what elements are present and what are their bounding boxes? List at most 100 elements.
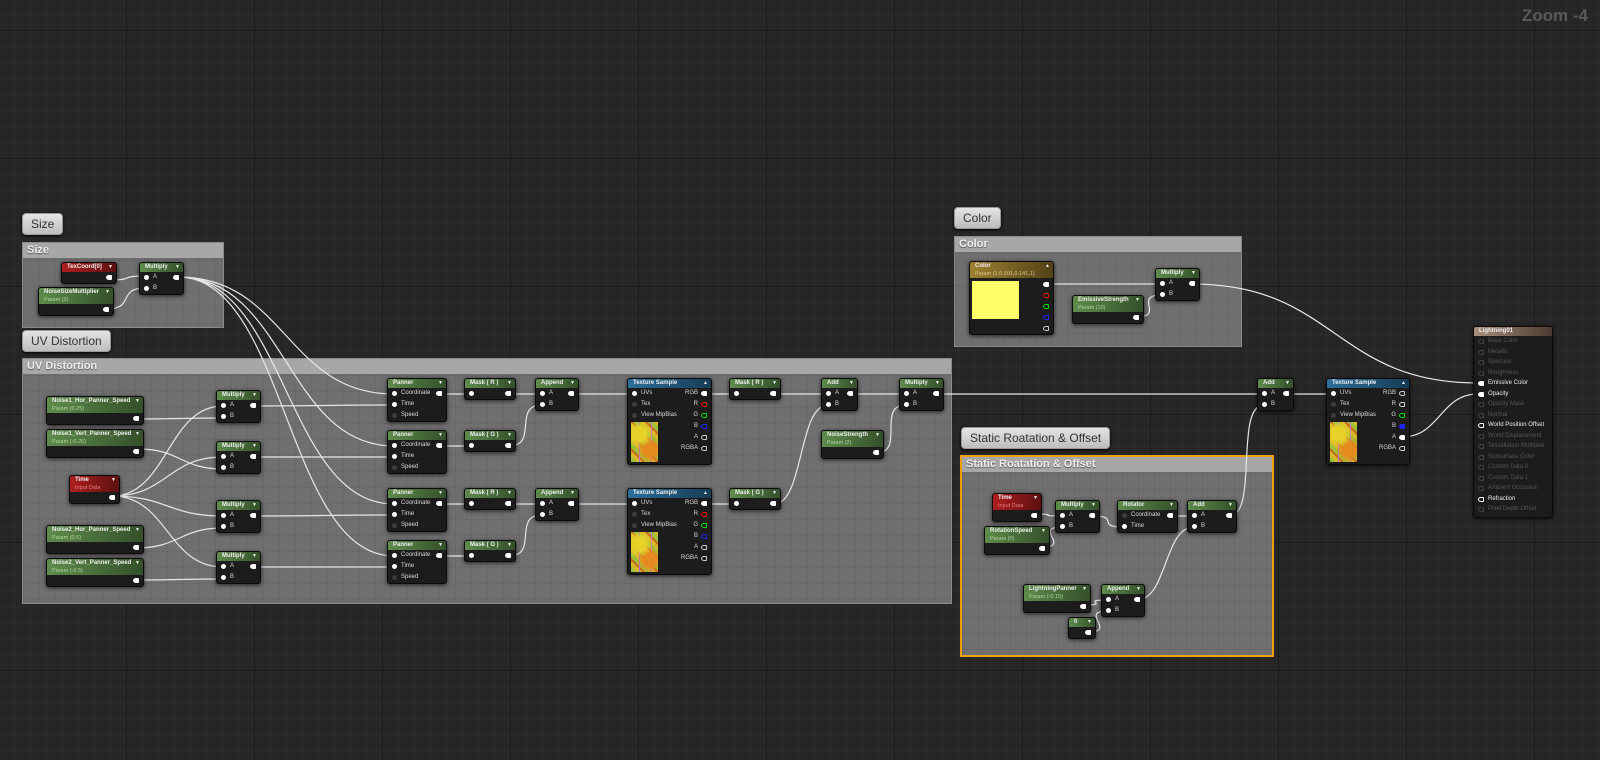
- append-node[interactable]: Append ▼ A B: [535, 488, 579, 521]
- collapse-arrow-icon[interactable]: ▼: [438, 489, 443, 498]
- output-pin[interactable]: [933, 391, 939, 396]
- collapse-arrow-icon[interactable]: ▼: [507, 379, 512, 388]
- output-pin[interactable]: [701, 501, 707, 506]
- input-pin[interactable]: [540, 402, 545, 407]
- input-pin[interactable]: [392, 413, 397, 418]
- input-pin[interactable]: [1106, 608, 1111, 613]
- comment-bubble-color[interactable]: Color: [954, 207, 1001, 229]
- output-pin[interactable]: [701, 512, 707, 517]
- output-pin[interactable]: [250, 513, 256, 518]
- result-input-pin[interactable]: Metallic: [1474, 347, 1552, 358]
- color-param-node[interactable]: Color Param (1,0.991,0.141,1) ▲: [969, 261, 1054, 335]
- multiply-node[interactable]: Multiply ▼ A B: [899, 378, 944, 411]
- collapse-arrow-icon[interactable]: ▼: [1169, 501, 1174, 510]
- collapse-arrow-icon[interactable]: ▼: [1041, 527, 1046, 536]
- input-pin[interactable]: [826, 402, 831, 407]
- output-pin[interactable]: [1043, 315, 1049, 320]
- result-input-pin[interactable]: World Position Offset: [1474, 420, 1552, 431]
- input-pin[interactable]: [632, 413, 637, 418]
- collapse-arrow-icon[interactable]: ▼: [875, 431, 880, 440]
- collapse-arrow-icon[interactable]: ▼: [438, 431, 443, 440]
- collapse-arrow-icon[interactable]: ▼: [438, 541, 443, 550]
- input-pin[interactable]: [469, 553, 474, 558]
- wire[interactable]: [1401, 393, 1479, 438]
- input-pin[interactable]: [221, 524, 226, 529]
- collapse-arrow-icon[interactable]: ▼: [252, 391, 257, 400]
- output-pin[interactable]: [1085, 630, 1091, 635]
- output-pin[interactable]: [1031, 513, 1037, 518]
- output-pin[interactable]: [133, 416, 139, 421]
- output-pin[interactable]: [103, 307, 109, 312]
- input-pin[interactable]: [392, 564, 397, 569]
- result-input-pin[interactable]: Normal: [1474, 410, 1552, 421]
- output-pin[interactable]: [173, 275, 179, 280]
- output-pin[interactable]: [701, 534, 707, 539]
- input-pin[interactable]: [1478, 360, 1484, 365]
- input-pin[interactable]: [1262, 391, 1267, 396]
- mask-g-node[interactable]: Mask ( G ) ▼: [729, 488, 781, 510]
- input-pin[interactable]: [392, 523, 397, 528]
- collapse-arrow-icon[interactable]: ▲: [1045, 262, 1050, 271]
- input-pin[interactable]: [221, 454, 226, 459]
- collapse-arrow-icon[interactable]: ▼: [111, 476, 116, 485]
- color-swatch[interactable]: [972, 281, 1019, 319]
- constant-node[interactable]: 0 ▼: [1068, 617, 1096, 639]
- texture-sample-node[interactable]: Texture Sample ▲ UVs RGB Tex R View MipBias…: [627, 378, 712, 465]
- input-pin[interactable]: [632, 402, 637, 407]
- output-pin[interactable]: [701, 435, 707, 440]
- result-input-pin[interactable]: Refraction: [1474, 494, 1552, 505]
- input-pin[interactable]: [1478, 444, 1484, 449]
- collapse-arrow-icon[interactable]: ▼: [570, 489, 575, 498]
- output-pin[interactable]: [1080, 604, 1086, 609]
- output-pin[interactable]: [770, 391, 776, 396]
- multiply-node[interactable]: Multiply ▼ A B: [1055, 500, 1100, 533]
- collapse-arrow-icon[interactable]: ▼: [108, 263, 113, 272]
- result-input-pin[interactable]: Custom Data 0: [1474, 462, 1552, 473]
- add-node[interactable]: Add ▼ A B: [1257, 378, 1294, 411]
- input-pin[interactable]: [826, 391, 831, 396]
- mask-r-node[interactable]: Mask ( R ) ▼: [729, 378, 781, 400]
- input-pin[interactable]: [221, 564, 226, 569]
- input-pin[interactable]: [1478, 381, 1484, 386]
- input-pin[interactable]: [469, 443, 474, 448]
- result-input-pin[interactable]: Opacity: [1474, 389, 1552, 400]
- output-pin[interactable]: [701, 556, 707, 561]
- output-pin[interactable]: [505, 443, 511, 448]
- output-pin[interactable]: [1399, 435, 1405, 440]
- input-pin[interactable]: [540, 391, 545, 396]
- input-pin[interactable]: [1060, 524, 1065, 529]
- mask-r-node[interactable]: Mask ( R ) ▼: [464, 488, 516, 510]
- input-pin[interactable]: [1192, 513, 1197, 518]
- output-pin[interactable]: [1399, 424, 1405, 429]
- emissive-strength-node[interactable]: EmissiveStrength Param (10) ▼: [1072, 295, 1144, 324]
- output-pin[interactable]: [1043, 304, 1049, 309]
- collapse-arrow-icon[interactable]: ▼: [135, 397, 140, 406]
- input-pin[interactable]: [221, 575, 226, 580]
- output-pin[interactable]: [568, 391, 574, 396]
- multiply-node[interactable]: Multiply ▼ A B: [216, 551, 261, 584]
- collapse-arrow-icon[interactable]: ▼: [1228, 501, 1233, 510]
- collapse-arrow-icon[interactable]: ▼: [1135, 296, 1140, 305]
- input-pin[interactable]: [469, 391, 474, 396]
- panner-node[interactable]: Panner ▼ Coordinate Time Speed: [387, 488, 447, 532]
- output-pin[interactable]: [436, 553, 442, 558]
- output-pin[interactable]: [106, 275, 112, 280]
- output-pin[interactable]: [505, 501, 511, 506]
- output-pin[interactable]: [250, 564, 256, 569]
- result-input-pin[interactable]: Ambient Occlusion: [1474, 483, 1552, 494]
- input-pin[interactable]: [392, 391, 397, 396]
- input-pin[interactable]: [904, 402, 909, 407]
- collapse-arrow-icon[interactable]: ▼: [135, 526, 140, 535]
- collapse-arrow-icon[interactable]: ▼: [135, 559, 140, 568]
- input-pin[interactable]: [734, 501, 739, 506]
- output-pin[interactable]: [701, 523, 707, 528]
- material-result-node[interactable]: Lightning01 Base Color Metallic Specular Ro…: [1473, 326, 1553, 518]
- input-pin[interactable]: [1160, 281, 1165, 286]
- input-pin[interactable]: [392, 454, 397, 459]
- rotator-node[interactable]: Rotator ▼ Coordinate Time: [1117, 500, 1178, 533]
- input-pin[interactable]: [221, 403, 226, 408]
- output-pin[interactable]: [133, 578, 139, 583]
- input-pin[interactable]: [144, 275, 149, 280]
- collapse-arrow-icon[interactable]: ▼: [252, 442, 257, 451]
- collapse-arrow-icon[interactable]: ▼: [507, 489, 512, 498]
